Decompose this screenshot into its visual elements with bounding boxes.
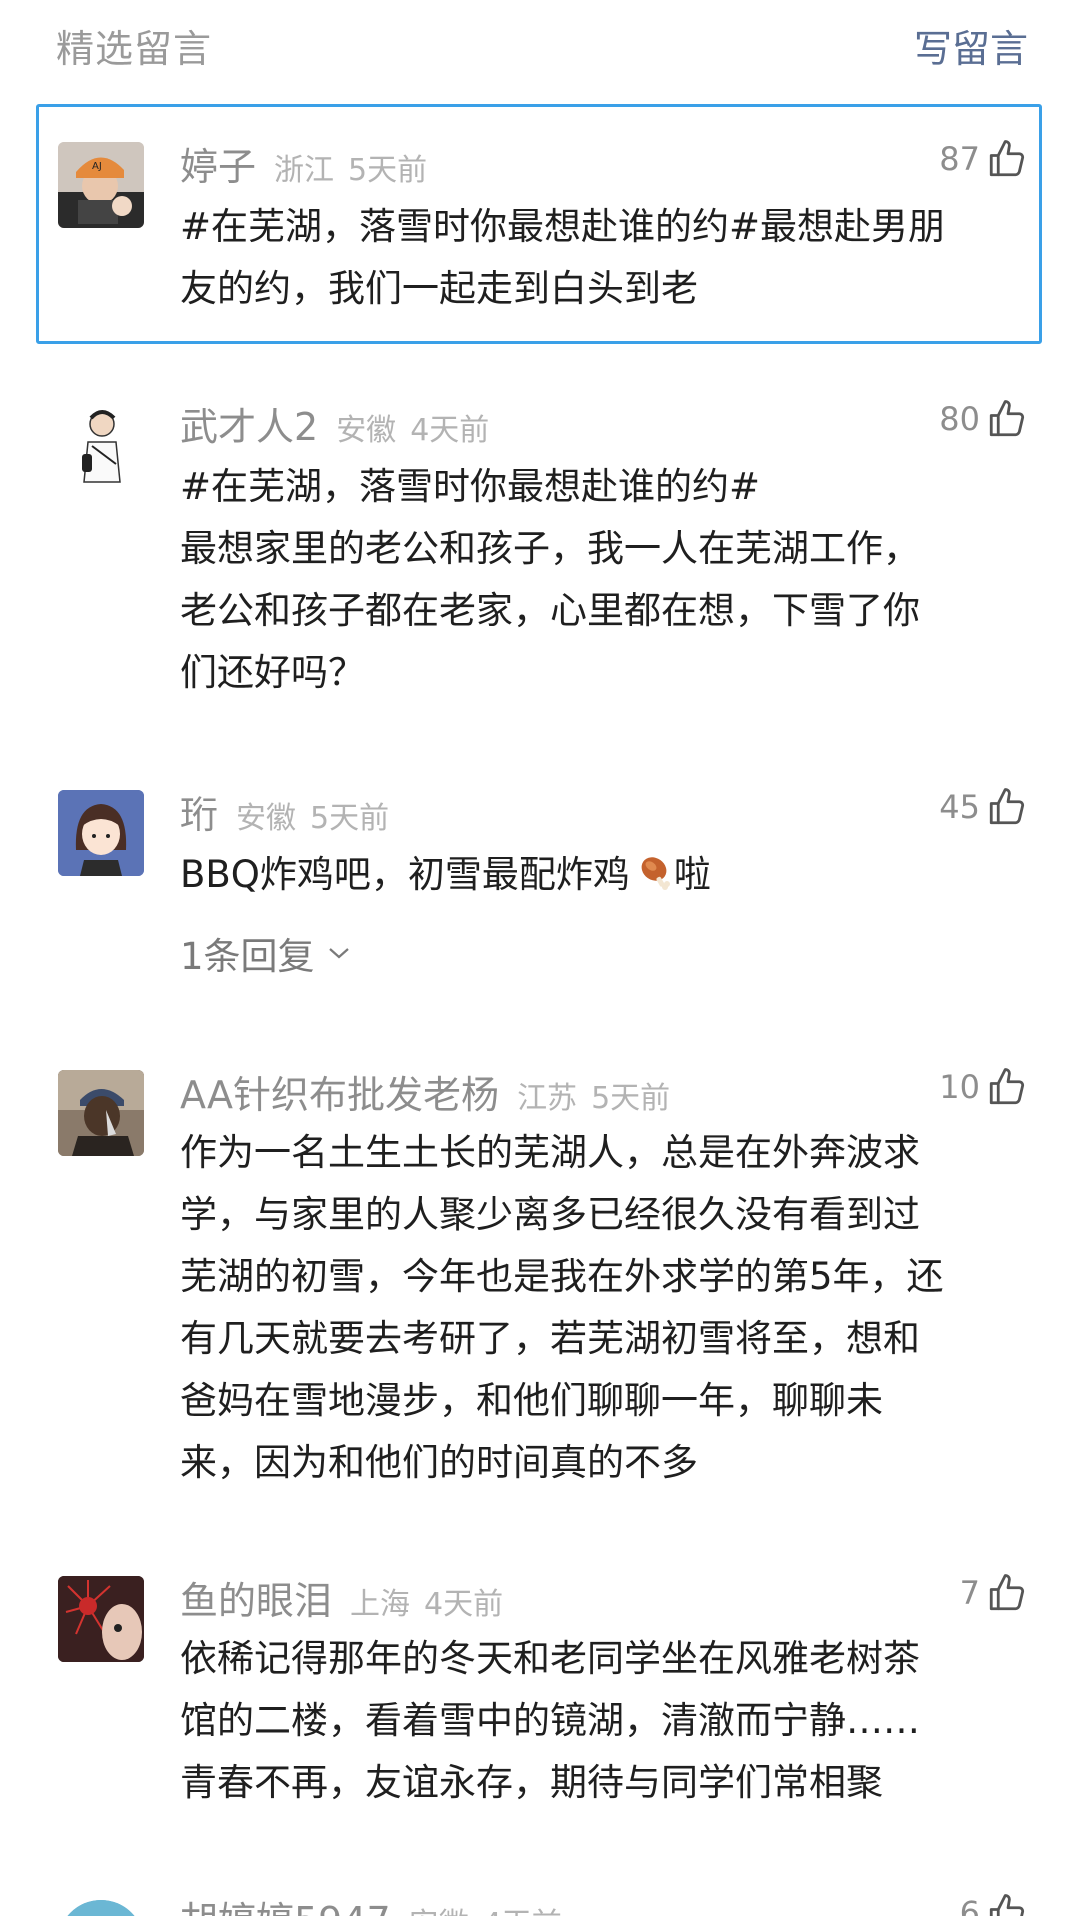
thumbs-up-icon xyxy=(989,140,1025,177)
avatar[interactable]: AJ xyxy=(58,142,144,228)
author-name[interactable]: 鱼的眼泪 xyxy=(180,1570,332,1625)
comment-line: 们还好吗？ xyxy=(180,651,365,694)
svg-text:AJ: AJ xyxy=(92,161,102,172)
comment-line: 青春不再，友谊永存，期待与同学们常相聚 xyxy=(180,1761,883,1804)
author-location: 上海 xyxy=(350,1587,411,1622)
author-name[interactable]: 珩 xyxy=(180,784,218,839)
comment-item: 鱼的眼泪 上海 4天前 7 依稀记得那年的冬天和老同学坐在风雅老树茶 馆的二楼，… xyxy=(0,1566,1080,1846)
avatar[interactable] xyxy=(58,790,144,876)
author-location: 浙江 xyxy=(274,153,335,188)
write-comment-button[interactable]: 写留言 xyxy=(914,18,1028,73)
like-count: 45 xyxy=(939,788,980,826)
comment-line: 最想家里的老公和孩子，我一人在芜湖工作， xyxy=(180,527,920,570)
author-name[interactable]: 胡婷婷5947 xyxy=(180,1890,391,1916)
comment-text: #在芜湖，落雪时你最想赴谁的约# 最想家里的老公和孩子，我一人在芜湖工作， 老公… xyxy=(180,456,1030,704)
comment-time: 4天前 xyxy=(483,1899,562,1916)
author-location: 安徽 xyxy=(336,413,397,448)
like-count: 87 xyxy=(939,140,980,178)
comment-item: 胡婷婷5947 安徽 4天前 6 xyxy=(0,1886,1080,1916)
avatar[interactable] xyxy=(58,1070,144,1156)
comment-line: 有几天就要去考研了，若芜湖初雪将至，想和 xyxy=(180,1317,920,1360)
comment-text-end: 啦 xyxy=(673,853,711,896)
comment-time: 4天前 xyxy=(410,413,490,448)
like-button[interactable]: 6 xyxy=(960,1886,1028,1916)
comment-time: 5天前 xyxy=(310,801,390,836)
comments-header: 精选留言 写留言 xyxy=(0,0,1080,90)
avatar[interactable] xyxy=(58,1576,144,1662)
comment-meta: 珩 安徽 5天前 xyxy=(180,784,389,838)
comment-line: 友的约，我们一起走到白头到老 xyxy=(180,267,698,310)
comment-meta: 胡婷婷5947 安徽 4天前 xyxy=(180,1890,562,1916)
comment-line: 馆的二楼，看着雪中的镜湖，清澈而宁静…… xyxy=(180,1699,920,1742)
comment-time: 5天前 xyxy=(348,153,428,188)
comment-item: AJ 婷子 浙江 5天前 87 #在芜湖，落雪时你最想赴谁的约#最想赴男朋 友的… xyxy=(0,104,1080,344)
comment-line: 爸妈在雪地漫步，和他们聊聊一年，聊聊未 xyxy=(180,1379,883,1422)
comment-text: 作为一名土生土长的芜湖人，总是在外奔波求 学，与家里的人聚少离多已经很久没有看到… xyxy=(180,1122,1030,1494)
thumbs-up-icon xyxy=(989,1894,1025,1916)
thumbs-up-icon xyxy=(989,1574,1025,1611)
comment-meta: AA针织布批发老杨 江苏 5天前 xyxy=(180,1064,670,1118)
comment-text: #在芜湖，落雪时你最想赴谁的约#最想赴男朋 友的约，我们一起走到白头到老 xyxy=(180,196,1030,320)
author-location: 江苏 xyxy=(517,1081,578,1116)
like-button[interactable]: 45 xyxy=(939,780,1028,834)
like-button[interactable]: 10 xyxy=(939,1060,1028,1114)
like-button[interactable]: 7 xyxy=(960,1566,1028,1620)
section-title: 精选留言 xyxy=(56,27,213,71)
comment-text: BBQ炸鸡吧，初雪最配炸鸡 啦 xyxy=(180,844,1030,906)
comment-line: 依稀记得那年的冬天和老同学坐在风雅老树茶 xyxy=(180,1637,920,1680)
avatar[interactable] xyxy=(58,1900,144,1916)
comment-meta: 鱼的眼泪 上海 4天前 xyxy=(180,1570,503,1624)
like-count: 80 xyxy=(939,400,980,438)
replies-label: 1条回复 xyxy=(180,935,315,978)
author-location: 安徽 xyxy=(236,801,297,836)
like-button[interactable]: 80 xyxy=(939,392,1028,446)
author-name[interactable]: 武才人2 xyxy=(180,396,318,451)
comment-text-start: BBQ炸鸡吧，初雪最配炸鸡 xyxy=(180,853,630,896)
thumbs-up-icon xyxy=(989,400,1025,437)
like-count: 10 xyxy=(939,1068,980,1106)
like-count: 6 xyxy=(959,1894,980,1916)
author-name[interactable]: 婷子 xyxy=(180,136,256,191)
thumbs-up-icon xyxy=(989,788,1025,825)
view-replies-button[interactable]: 1条回复 xyxy=(180,926,351,980)
comment-time: 5天前 xyxy=(591,1081,671,1116)
comment-line: 学，与家里的人聚少离多已经很久没有看到过 xyxy=(180,1193,920,1236)
comment-meta: 武才人2 安徽 4天前 xyxy=(180,396,489,450)
comment-line: BBQ炸鸡吧，初雪最配炸鸡 啦 xyxy=(180,844,1030,906)
comment-item: 珩 安徽 5天前 45 BBQ炸鸡吧，初雪最配炸鸡 啦 1条回复 xyxy=(0,766,1080,996)
author-name[interactable]: AA针织布批发老杨 xyxy=(180,1064,499,1119)
chevron-down-icon xyxy=(328,948,349,959)
comment-line: 芜湖的初雪，今年也是我在外求学的第5年，还 xyxy=(180,1255,944,1298)
comment-line: 来，因为和他们的时间真的不多 xyxy=(180,1441,698,1484)
author-location: 安徽 xyxy=(409,1899,469,1916)
like-count: 7 xyxy=(959,1574,980,1612)
comment-text: 依稀记得那年的冬天和老同学坐在风雅老树茶 馆的二楼，看着雪中的镜湖，清澈而宁静…… xyxy=(180,1628,1030,1814)
comment-time: 4天前 xyxy=(424,1587,504,1622)
comment-item: 武才人2 安徽 4天前 80 #在芜湖，落雪时你最想赴谁的约# 最想家里的老公和… xyxy=(0,380,1080,700)
comment-line: #在芜湖，落雪时你最想赴谁的约#最想赴男朋 xyxy=(180,205,946,248)
like-button[interactable]: 87 xyxy=(939,132,1028,186)
thumbs-up-icon xyxy=(989,1068,1025,1105)
comment-line: 作为一名土生土长的芜湖人，总是在外奔波求 xyxy=(180,1131,920,1174)
comment-item: AA针织布批发老杨 江苏 5天前 10 作为一名土生土长的芜湖人，总是在外奔波求… xyxy=(0,1060,1080,1500)
comment-line: #在芜湖，落雪时你最想赴谁的约# xyxy=(180,465,761,508)
avatar[interactable] xyxy=(58,402,144,488)
comment-meta: 婷子 浙江 5天前 xyxy=(180,136,427,190)
poultry-leg-icon xyxy=(641,857,670,890)
comment-line: 老公和孩子都在老家，心里都在想，下雪了你 xyxy=(180,589,920,632)
